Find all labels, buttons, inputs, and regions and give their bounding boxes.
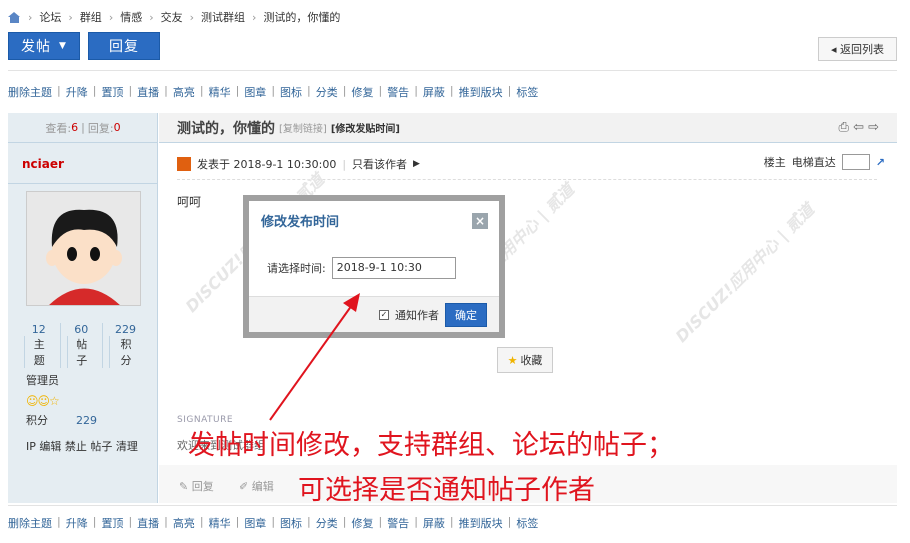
mod-bump[interactable]: 升降 <box>66 515 88 531</box>
annotation-line-1: 发帖时间修改，支持群组、论坛的帖子； <box>188 430 674 461</box>
mod-live[interactable]: 直播 <box>137 515 159 531</box>
mod-tags[interactable]: 标签 <box>516 515 538 531</box>
mod-delete[interactable]: 删除主题 <box>8 515 52 531</box>
mod-push-block[interactable]: 推到版块 <box>459 515 503 531</box>
mod-icon[interactable]: 图标 <box>280 515 302 531</box>
mod-stamp[interactable]: 图章 <box>244 515 266 531</box>
mod-digest[interactable]: 精华 <box>209 515 231 531</box>
mod-repair[interactable]: 修复 <box>351 515 373 531</box>
mod-sticky[interactable]: 置顶 <box>101 515 123 531</box>
divider <box>8 505 897 506</box>
mod-highlight[interactable]: 高亮 <box>173 515 195 531</box>
moderator-bar-bottom: 删除主题 | 升降 | 置顶 | 直播 | 高亮 | 精华 | 图章 | 图标 | 分类 | 修复… <box>8 515 539 531</box>
annotation-line-2: 可选择是否通知帖子作者 <box>298 475 595 506</box>
mod-warn[interactable]: 警告 <box>387 515 409 531</box>
mod-ban[interactable]: 屏蔽 <box>423 515 445 531</box>
mod-category[interactable]: 分类 <box>316 515 338 531</box>
